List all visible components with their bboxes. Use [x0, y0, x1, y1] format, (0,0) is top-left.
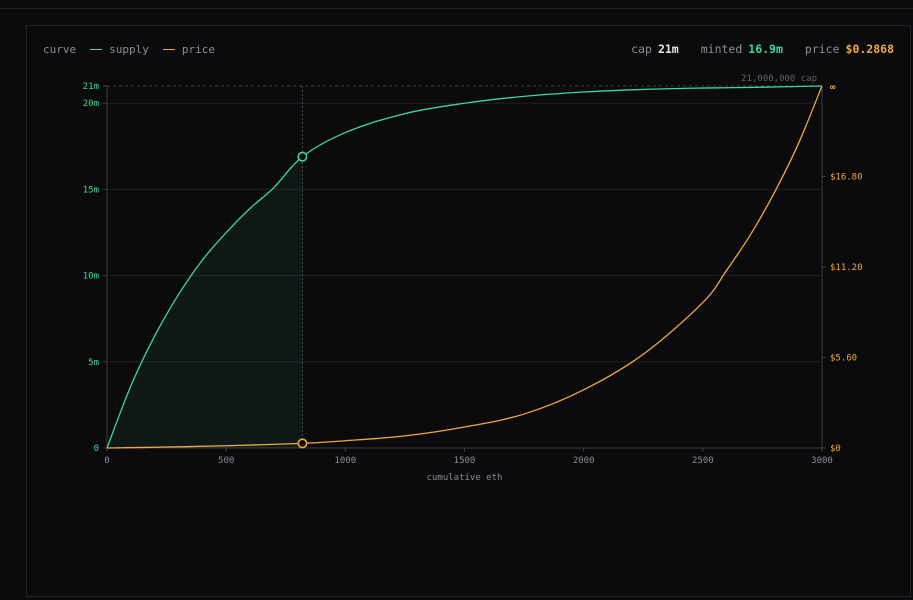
minted-area [107, 156, 303, 448]
y-left-tick-label: 15m [83, 185, 99, 195]
y-right-tick-label: $16.80 [830, 173, 863, 183]
y-left-tick-label: 20m [83, 99, 99, 109]
bonding-curve-chart: 21,000,000 cap 0 5m 10m 15m 20m 21m $0 $5.60 $11.… [83, 74, 863, 483]
y-right-tick-label: $11.20 [830, 263, 863, 273]
x-axis-label: cumulative eth [427, 473, 503, 483]
y-left-tick-label: 5m [88, 358, 99, 368]
y-right-tick-label: $5.60 [830, 354, 857, 364]
y-right-tick-label: $0 [830, 444, 841, 454]
x-tick-label: 3000 [811, 456, 833, 466]
x-tick-label: 2000 [573, 456, 595, 466]
x-tick-label: 2500 [692, 456, 714, 466]
y-right-infinity-label: ∞ [830, 83, 836, 93]
y-left-tick-label: 21m [83, 82, 99, 92]
y-left-tick-label: 0 [94, 444, 99, 454]
x-tick-label: 500 [218, 456, 234, 466]
x-tick-label: 1500 [454, 456, 476, 466]
y-left-tick-label: 10m [83, 272, 99, 282]
x-tick-label: 1000 [334, 456, 356, 466]
supply-marker-point [297, 151, 308, 162]
x-tick-label: 0 [104, 456, 109, 466]
cap-line-label: 21,000,000 cap [741, 74, 817, 84]
price-marker-point [297, 438, 308, 449]
